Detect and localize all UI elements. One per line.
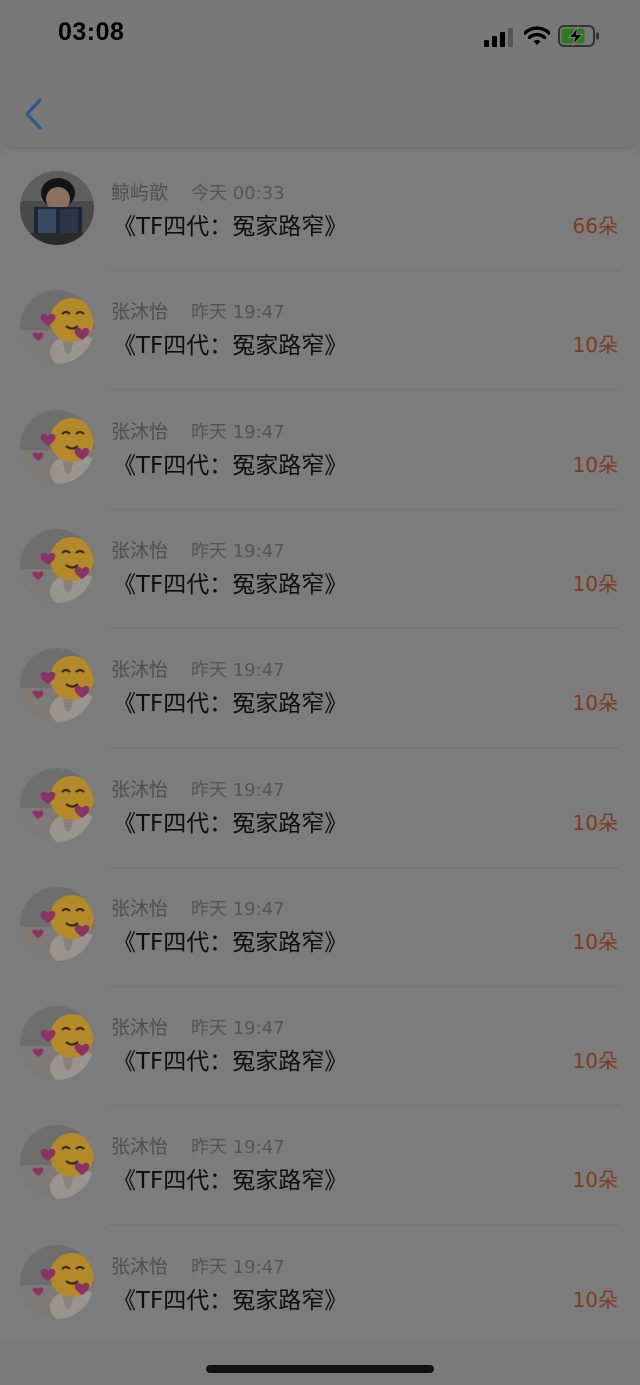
avatar[interactable] bbox=[20, 409, 94, 484]
book-title: 《TF四代：冤家路窄》 bbox=[113, 929, 348, 956]
home-indicator[interactable] bbox=[206, 1365, 434, 1373]
timestamp: 昨天 19:47 bbox=[191, 779, 285, 801]
book-title: 《TF四代：冤家路窄》 bbox=[113, 571, 348, 598]
gift-amount: 10朵 bbox=[572, 810, 618, 835]
status-time: 03:08 bbox=[58, 18, 125, 46]
book-title: 《TF四代：冤家路窄》 bbox=[113, 691, 348, 718]
nav-bar bbox=[0, 72, 640, 149]
sender-name: 张沐怡 bbox=[111, 539, 169, 562]
list-item[interactable]: 张沐怡 昨天 19:47 《TF四代：冤家路窄》 10朵 bbox=[0, 1226, 640, 1345]
avatar[interactable] bbox=[20, 648, 94, 723]
avatar[interactable] bbox=[20, 528, 94, 603]
book-title: 《TF四代：冤家路窄》 bbox=[113, 810, 348, 837]
status-bar: 03:08 bbox=[0, 0, 640, 72]
sender-name: 张沐怡 bbox=[111, 1017, 169, 1040]
timestamp: 昨天 19:47 bbox=[191, 1137, 285, 1159]
book-title: 《TF四代：冤家路窄》 bbox=[113, 333, 348, 360]
avatar[interactable] bbox=[20, 290, 94, 365]
sender-name: 张沐怡 bbox=[111, 659, 169, 682]
avatar[interactable] bbox=[20, 886, 94, 961]
list-item[interactable]: 张沐怡 昨天 19:47 《TF四代：冤家路窄》 10朵 bbox=[0, 987, 640, 1107]
sender-name: 张沐怡 bbox=[111, 420, 169, 443]
sender-name: 张沐怡 bbox=[111, 778, 169, 801]
gift-record-list: 鲸屿歆 今天 00:33 《TF四代：冤家路窄》 66朵 张沐怡 昨天 19:47 《TF四… bbox=[0, 152, 640, 1340]
list-item[interactable]: 张沐怡 昨天 19:47 《TF四代：冤家路窄》 10朵 bbox=[0, 629, 640, 749]
list-item[interactable]: 鲸屿歆 今天 00:33 《TF四代：冤家路窄》 66朵 bbox=[0, 152, 640, 271]
book-title: 《TF四代：冤家路窄》 bbox=[113, 1287, 348, 1314]
list-item[interactable]: 张沐怡 昨天 19:47 《TF四代：冤家路窄》 10朵 bbox=[0, 1106, 640, 1226]
timestamp: 昨天 19:47 bbox=[191, 1018, 285, 1040]
list-item[interactable]: 张沐怡 昨天 19:47 《TF四代：冤家路窄》 10朵 bbox=[0, 391, 640, 510]
gift-amount: 10朵 bbox=[572, 929, 618, 954]
book-title: 《TF四代：冤家路窄》 bbox=[113, 452, 348, 479]
timestamp: 昨天 19:47 bbox=[191, 660, 285, 682]
gift-amount: 10朵 bbox=[572, 1287, 618, 1312]
avatar[interactable] bbox=[20, 1006, 94, 1081]
list-item[interactable]: 张沐怡 昨天 19:47 《TF四代：冤家路窄》 10朵 bbox=[0, 749, 640, 868]
sender-name: 张沐怡 bbox=[111, 897, 169, 920]
gift-amount: 66朵 bbox=[572, 214, 618, 238]
gift-amount: 10朵 bbox=[572, 1168, 618, 1193]
battery-charging-icon bbox=[558, 25, 599, 47]
list-item[interactable]: 张沐怡 昨天 19:47 《TF四代：冤家路窄》 10朵 bbox=[0, 510, 640, 629]
gift-amount: 10朵 bbox=[572, 452, 618, 477]
timestamp: 昨天 19:47 bbox=[191, 1256, 285, 1278]
avatar[interactable] bbox=[20, 767, 94, 842]
list-item[interactable]: 张沐怡 昨天 19:47 《TF四代：冤家路窄》 10朵 bbox=[0, 868, 640, 987]
bottom-area bbox=[0, 1340, 640, 1385]
book-title: 《TF四代：冤家路窄》 bbox=[113, 1168, 348, 1195]
sender-name: 张沐怡 bbox=[111, 1136, 169, 1159]
chevron-left-icon[interactable] bbox=[22, 96, 46, 132]
avatar[interactable] bbox=[20, 171, 94, 245]
gift-amount: 10朵 bbox=[572, 691, 618, 716]
timestamp: 今天 00:33 bbox=[191, 183, 285, 204]
book-title: 《TF四代：冤家路窄》 bbox=[113, 214, 348, 240]
book-title: 《TF四代：冤家路窄》 bbox=[113, 1049, 348, 1076]
avatar[interactable] bbox=[20, 1244, 94, 1319]
avatar[interactable] bbox=[20, 1125, 94, 1200]
sender-name: 张沐怡 bbox=[111, 1255, 169, 1278]
timestamp: 昨天 19:47 bbox=[191, 302, 285, 324]
wifi-icon bbox=[524, 26, 550, 45]
cellular-signal-icon bbox=[484, 28, 513, 47]
gift-amount: 10朵 bbox=[572, 571, 618, 596]
timestamp: 昨天 19:47 bbox=[191, 540, 285, 562]
gift-amount: 10朵 bbox=[572, 333, 618, 358]
timestamp: 昨天 19:47 bbox=[191, 421, 285, 443]
list-item[interactable]: 张沐怡 昨天 19:47 《TF四代：冤家路窄》 10朵 bbox=[0, 271, 640, 391]
gift-amount: 10朵 bbox=[572, 1049, 618, 1074]
timestamp: 昨天 19:47 bbox=[191, 898, 285, 920]
sender-name: 张沐怡 bbox=[111, 301, 169, 324]
sender-name: 鲸屿歆 bbox=[111, 182, 169, 204]
